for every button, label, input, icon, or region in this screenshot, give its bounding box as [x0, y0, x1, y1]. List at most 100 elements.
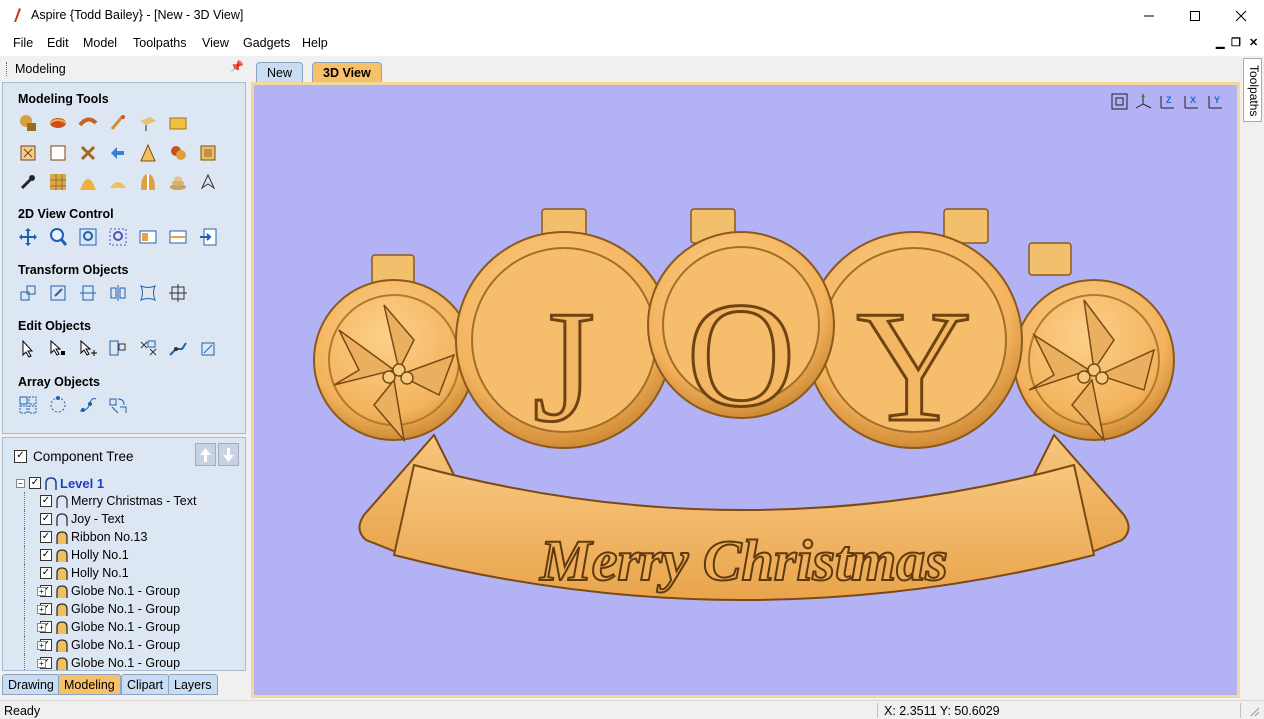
minimize-button[interactable] — [1126, 0, 1172, 31]
sculpt-tool[interactable] — [107, 112, 129, 134]
group-tool[interactable] — [107, 338, 129, 360]
rotate-tool[interactable] — [107, 142, 129, 164]
component-tool[interactable] — [167, 112, 189, 134]
align-tool[interactable] — [77, 282, 99, 304]
side-view-icon[interactable]: Y — [1206, 92, 1225, 111]
grip-icon[interactable] — [6, 62, 8, 76]
view-2d-button[interactable] — [137, 226, 159, 248]
flat-tool[interactable] — [47, 142, 69, 164]
extrude-tool[interactable] — [77, 112, 99, 134]
collapse-icon[interactable]: − — [16, 478, 25, 488]
tab-layers[interactable]: Layers — [168, 674, 218, 695]
expand-icon[interactable]: + — [37, 622, 46, 632]
warp-tool[interactable] — [197, 171, 219, 193]
zoom-extents-icon[interactable] — [1110, 92, 1129, 111]
distort-tool[interactable] — [137, 142, 159, 164]
zoom-box-button[interactable] — [77, 226, 99, 248]
mdi-restore-icon[interactable]: ❐ — [1231, 36, 1241, 49]
tree-item[interactable]: ✓ Merry Christmas - Text — [24, 492, 196, 510]
mdi-minimize-icon[interactable]: ▁ — [1216, 36, 1224, 49]
view-export-button[interactable] — [197, 226, 219, 248]
tree-item[interactable]: +✓Globe No.1 - Group — [24, 582, 180, 600]
tab-modeling[interactable]: Modeling — [58, 674, 121, 695]
joy-ornament-model[interactable]: J O Y Merry Christmas — [254, 85, 1237, 695]
dome-tool[interactable] — [77, 171, 99, 193]
transform-select-tool[interactable] — [77, 338, 99, 360]
move-tool[interactable] — [17, 282, 39, 304]
join-tool[interactable] — [167, 338, 189, 360]
pin-icon[interactable]: 📌 — [230, 60, 244, 73]
tree-checkbox[interactable]: ✓ — [40, 513, 52, 525]
nesting-tool[interactable] — [107, 394, 129, 416]
texture-tool[interactable] — [137, 112, 159, 134]
vector-unit-tool[interactable] — [17, 142, 39, 164]
menu-view[interactable]: View — [202, 36, 229, 50]
expand-icon[interactable]: + — [37, 604, 46, 614]
tree-item[interactable]: ✓ Joy - Text — [24, 510, 124, 528]
zoom-selected-button[interactable] — [107, 226, 129, 248]
iso-view-icon[interactable] — [1134, 92, 1153, 111]
copy-along-vectors-tool[interactable] — [77, 394, 99, 416]
tree-item[interactable]: ✓ Holly No.1 — [24, 564, 129, 582]
layers-tool[interactable] — [167, 171, 189, 193]
set-position-tool[interactable] — [167, 282, 189, 304]
close-button[interactable] — [1218, 0, 1264, 31]
tree-item[interactable]: +✓Globe No.1 - Group — [24, 636, 180, 654]
menu-help[interactable]: Help — [302, 36, 328, 50]
tree-checkbox[interactable]: ✓ — [29, 477, 41, 489]
tree-item[interactable]: +✓Globe No.1 - Group — [24, 600, 180, 618]
move-down-button[interactable] — [218, 443, 239, 466]
smooth-tool[interactable] — [167, 142, 189, 164]
zoom-in-button[interactable] — [47, 226, 69, 248]
tab-3d-view[interactable]: 3D View — [312, 62, 382, 82]
tree-item[interactable]: ✓ Holly No.1 — [24, 546, 129, 564]
tree-item[interactable]: +✓Globe No.1 - Group — [24, 618, 180, 636]
merge-tool[interactable] — [77, 142, 99, 164]
tree-visibility-checkbox[interactable]: ✓ — [14, 449, 27, 463]
menu-file[interactable]: File — [13, 36, 33, 50]
tree-checkbox[interactable]: ✓ — [40, 495, 52, 507]
select-tool[interactable] — [17, 338, 39, 360]
slice-tool[interactable] — [137, 171, 159, 193]
maximize-button[interactable] — [1172, 0, 1218, 31]
tab-drawing[interactable]: Drawing — [2, 674, 60, 695]
distort-transform-tool[interactable] — [137, 282, 159, 304]
fade-tool[interactable] — [197, 142, 219, 164]
block-copy-tool[interactable] — [17, 394, 39, 416]
create-shape-tool[interactable] — [17, 112, 39, 134]
mdi-close-icon[interactable]: ✕ — [1249, 36, 1258, 49]
tile-tool[interactable] — [47, 171, 69, 193]
front-view-icon[interactable]: X — [1182, 92, 1201, 111]
tab-clipart[interactable]: Clipart — [121, 674, 170, 695]
tab-new-2d[interactable]: New — [256, 62, 304, 82]
view-tile-button[interactable] — [167, 226, 189, 248]
menu-model[interactable]: Model — [83, 36, 117, 50]
toolpaths-side-tab[interactable]: Toolpaths — [1243, 58, 1262, 122]
tree-level-row[interactable]: − ✓ Level 1 — [16, 474, 104, 492]
offset-tool[interactable] — [197, 338, 219, 360]
pan-view-button[interactable] — [17, 226, 39, 248]
two-rail-sweep-tool[interactable] — [47, 112, 69, 134]
move-up-button[interactable] — [195, 443, 216, 466]
menu-toolpaths[interactable]: Toolpaths — [133, 36, 187, 50]
mirror-tool[interactable] — [107, 282, 129, 304]
circular-copy-tool[interactable] — [47, 394, 69, 416]
tree-checkbox[interactable]: ✓ — [40, 531, 52, 543]
menu-edit[interactable]: Edit — [47, 36, 69, 50]
half-dome-tool[interactable] — [107, 171, 129, 193]
sculpt-brush-tool[interactable] — [17, 171, 39, 193]
ungroup-tool[interactable] — [137, 338, 159, 360]
tree-checkbox[interactable]: ✓ — [40, 567, 52, 579]
expand-icon[interactable]: + — [37, 586, 46, 596]
expand-icon[interactable]: + — [37, 658, 46, 668]
scale-tool[interactable] — [47, 282, 69, 304]
resize-grip-icon[interactable] — [1250, 707, 1260, 717]
expand-icon[interactable]: + — [37, 640, 46, 650]
node-edit-tool[interactable] — [47, 338, 69, 360]
tree-item[interactable]: +✓Globe No.1 - Group — [24, 654, 180, 670]
tree-item[interactable]: ✓ Ribbon No.13 — [24, 528, 147, 546]
top-view-icon[interactable]: Z — [1158, 92, 1177, 111]
menu-gadgets[interactable]: Gadgets — [243, 36, 290, 50]
tree-checkbox[interactable]: ✓ — [40, 549, 52, 561]
3d-view[interactable]: J O Y Merry Christmas — [251, 82, 1240, 698]
